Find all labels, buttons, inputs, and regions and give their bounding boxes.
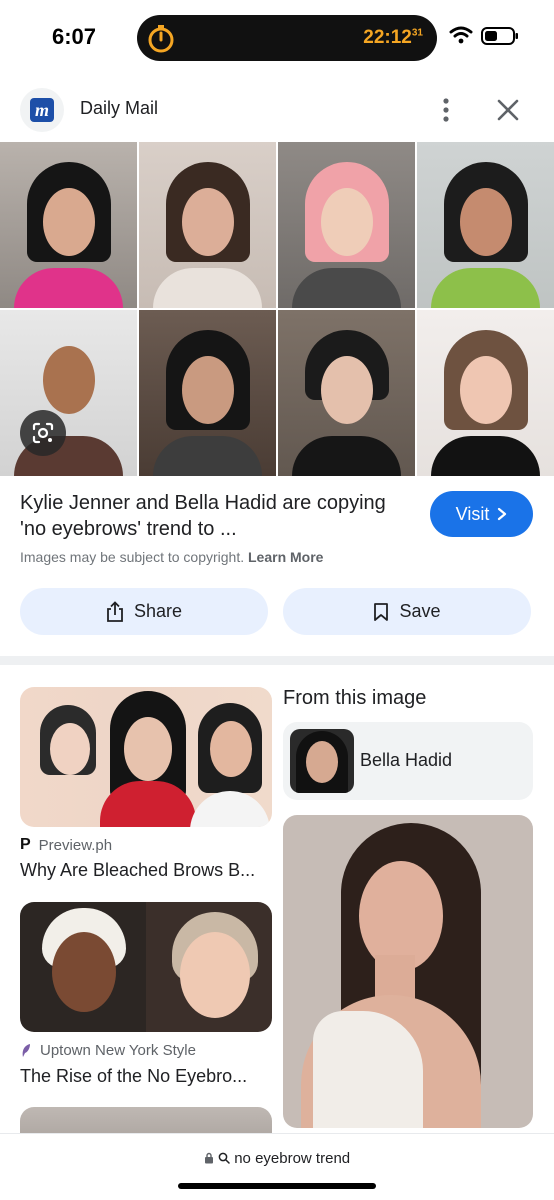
status-bar: 6:07 22:1231 bbox=[0, 0, 554, 76]
chevron-right-icon bbox=[498, 507, 507, 521]
timer-readout: 22:1231 bbox=[363, 27, 423, 48]
visit-button[interactable]: Visit bbox=[430, 491, 533, 537]
related-image-2[interactable] bbox=[20, 902, 272, 1032]
close-icon[interactable] bbox=[494, 96, 522, 124]
collage-photo-7 bbox=[278, 310, 415, 476]
status-time: 6:07 bbox=[52, 24, 97, 49]
home-indicator[interactable] bbox=[178, 1183, 376, 1189]
learn-more-link[interactable]: Learn More bbox=[248, 549, 323, 565]
collage-photo-3 bbox=[278, 142, 415, 308]
share-icon bbox=[107, 600, 123, 622]
entity-chip-bella-hadid[interactable]: Bella Hadid bbox=[283, 722, 533, 800]
collage-photo-8 bbox=[417, 310, 554, 476]
battery-icon bbox=[481, 27, 518, 45]
dynamic-island[interactable]: 22:1231 bbox=[137, 15, 437, 61]
related-title-1[interactable]: Why Are Bleached Brows B... bbox=[20, 860, 270, 881]
source-header: m Daily Mail bbox=[0, 86, 554, 134]
section-divider bbox=[0, 656, 554, 665]
entity-thumbnail bbox=[290, 729, 354, 793]
related-image-large[interactable] bbox=[283, 815, 533, 1128]
copyright-notice: Images may be subject to copyright. Lear… bbox=[20, 549, 324, 565]
share-button[interactable]: Share bbox=[20, 588, 268, 635]
collage-photo-2 bbox=[139, 142, 276, 308]
share-label: Share bbox=[133, 601, 183, 621]
collage-photo-6 bbox=[139, 310, 276, 476]
search-icon bbox=[218, 1152, 230, 1164]
related-image-1[interactable] bbox=[20, 687, 272, 827]
collage-photo-1 bbox=[0, 142, 137, 308]
feather-icon bbox=[22, 1043, 30, 1057]
related-title-2[interactable]: The Rise of the No Eyebro... bbox=[20, 1066, 270, 1087]
lens-icon bbox=[32, 422, 54, 444]
search-query: no eyebrow trend bbox=[234, 1150, 351, 1167]
save-button[interactable]: Save bbox=[283, 588, 531, 635]
result-image-collage[interactable] bbox=[0, 142, 554, 476]
daily-mail-logo: m bbox=[20, 88, 64, 132]
collage-photo-4 bbox=[417, 142, 554, 308]
google-lens-button[interactable] bbox=[20, 410, 66, 456]
related-source-2[interactable]: Uptown New York Style bbox=[20, 1042, 196, 1059]
from-this-image-heading: From this image bbox=[283, 687, 427, 709]
entity-name: Bella Hadid bbox=[360, 750, 453, 770]
bookmark-icon bbox=[374, 602, 389, 621]
visit-label: Visit bbox=[455, 503, 490, 524]
preview-logo-icon: P bbox=[20, 836, 31, 853]
related-source-1[interactable]: P Preview.ph bbox=[20, 836, 112, 854]
stopwatch-icon bbox=[148, 25, 174, 53]
url-bar[interactable]: no eyebrow trend bbox=[0, 1133, 554, 1200]
save-label: Save bbox=[399, 601, 441, 621]
wifi-icon bbox=[449, 26, 473, 44]
result-title[interactable]: Kylie Jenner and Bella Hadid are copying… bbox=[20, 490, 400, 542]
lock-icon bbox=[204, 1152, 213, 1164]
collage-photo-5 bbox=[0, 310, 137, 476]
source-name[interactable]: Daily Mail bbox=[80, 98, 158, 119]
url-display[interactable]: no eyebrow trend bbox=[0, 1150, 554, 1167]
more-vert-icon[interactable] bbox=[436, 96, 456, 124]
